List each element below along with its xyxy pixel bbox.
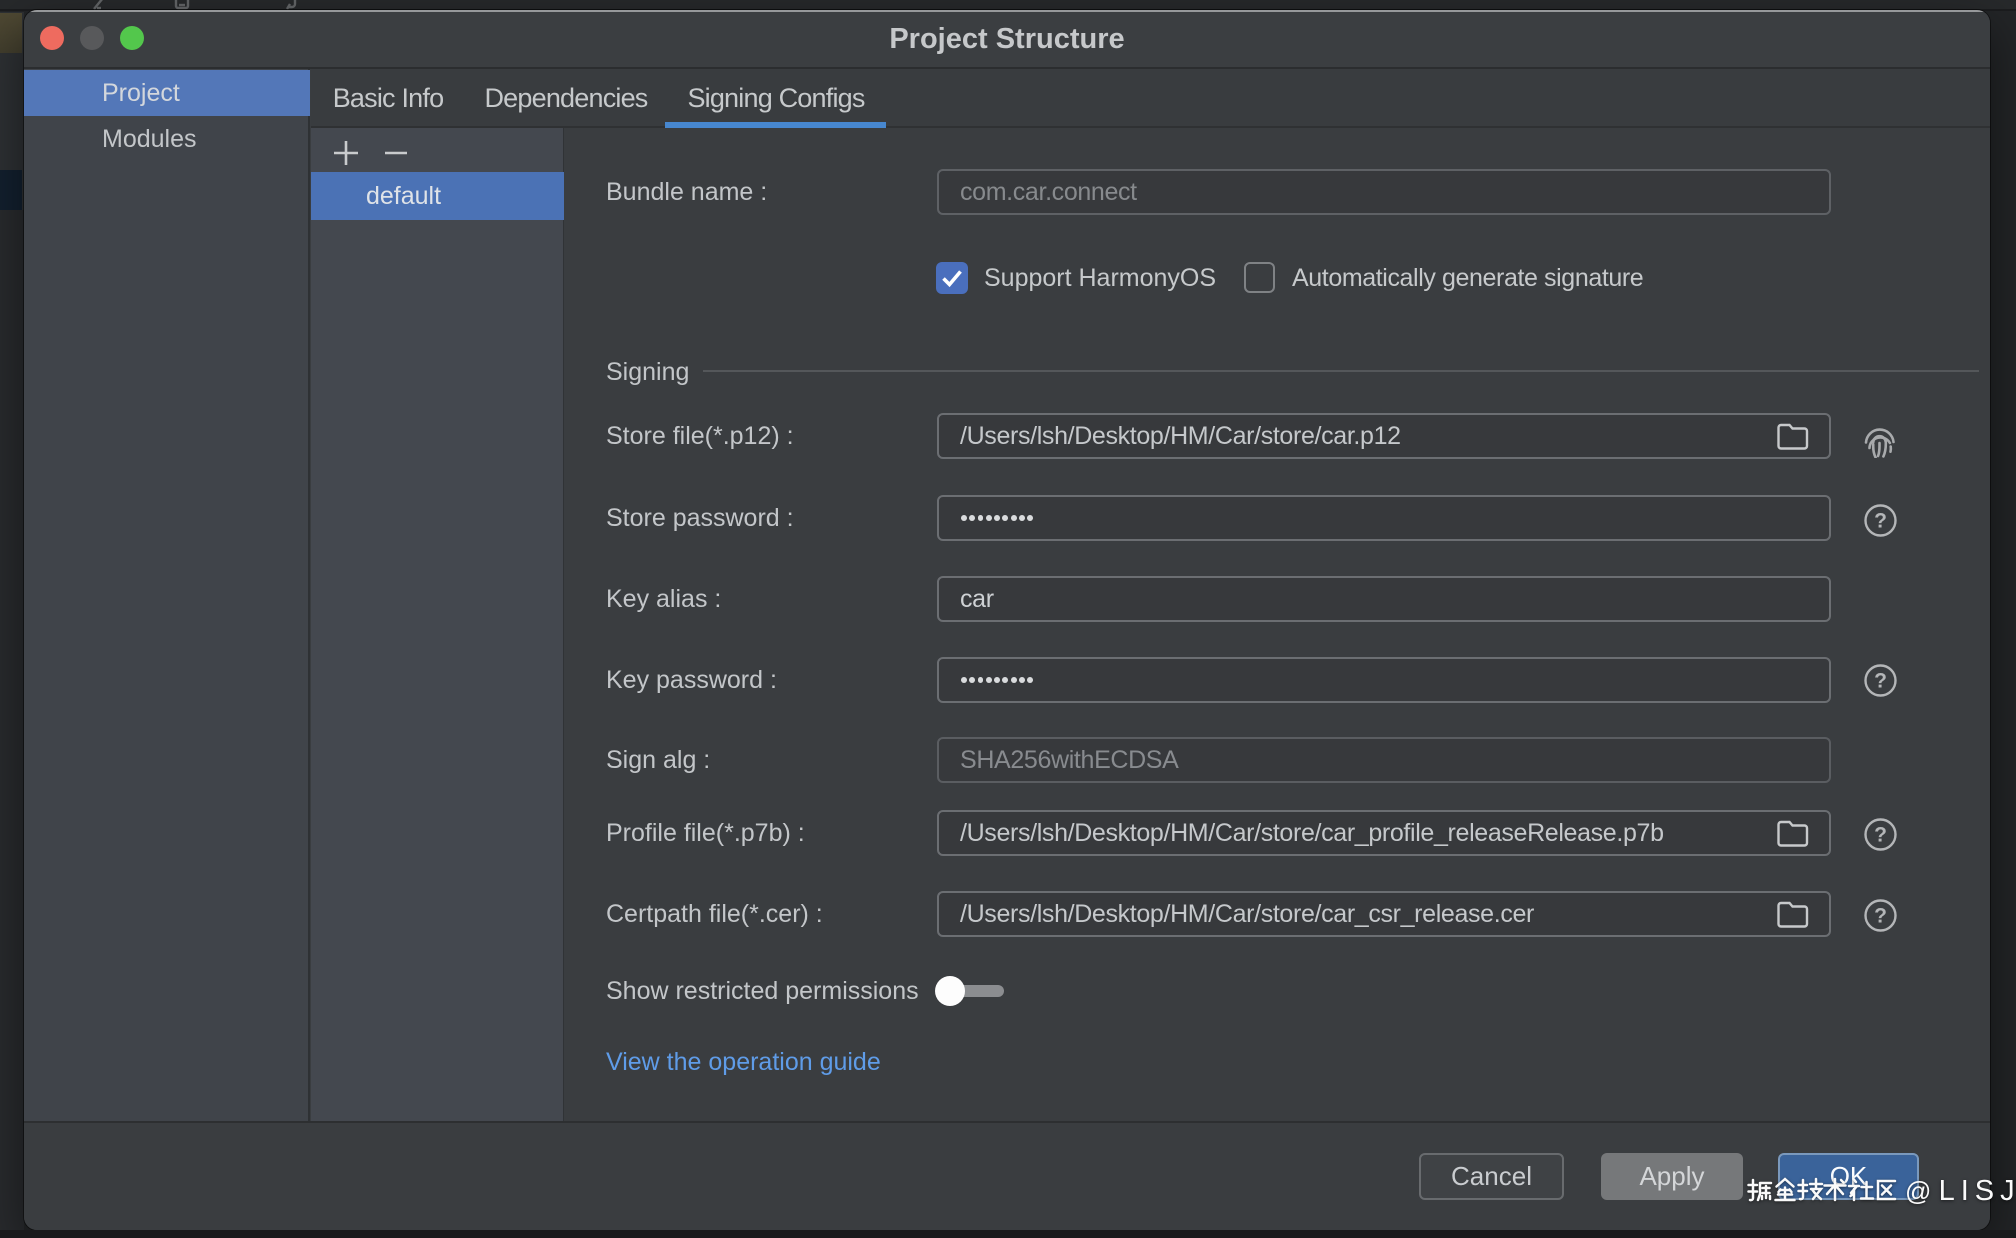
svg-text:?: ? [1874,905,1887,928]
svg-text:?: ? [1874,510,1887,533]
svg-text:?: ? [1874,824,1887,847]
svg-text:?: ? [1874,670,1887,693]
